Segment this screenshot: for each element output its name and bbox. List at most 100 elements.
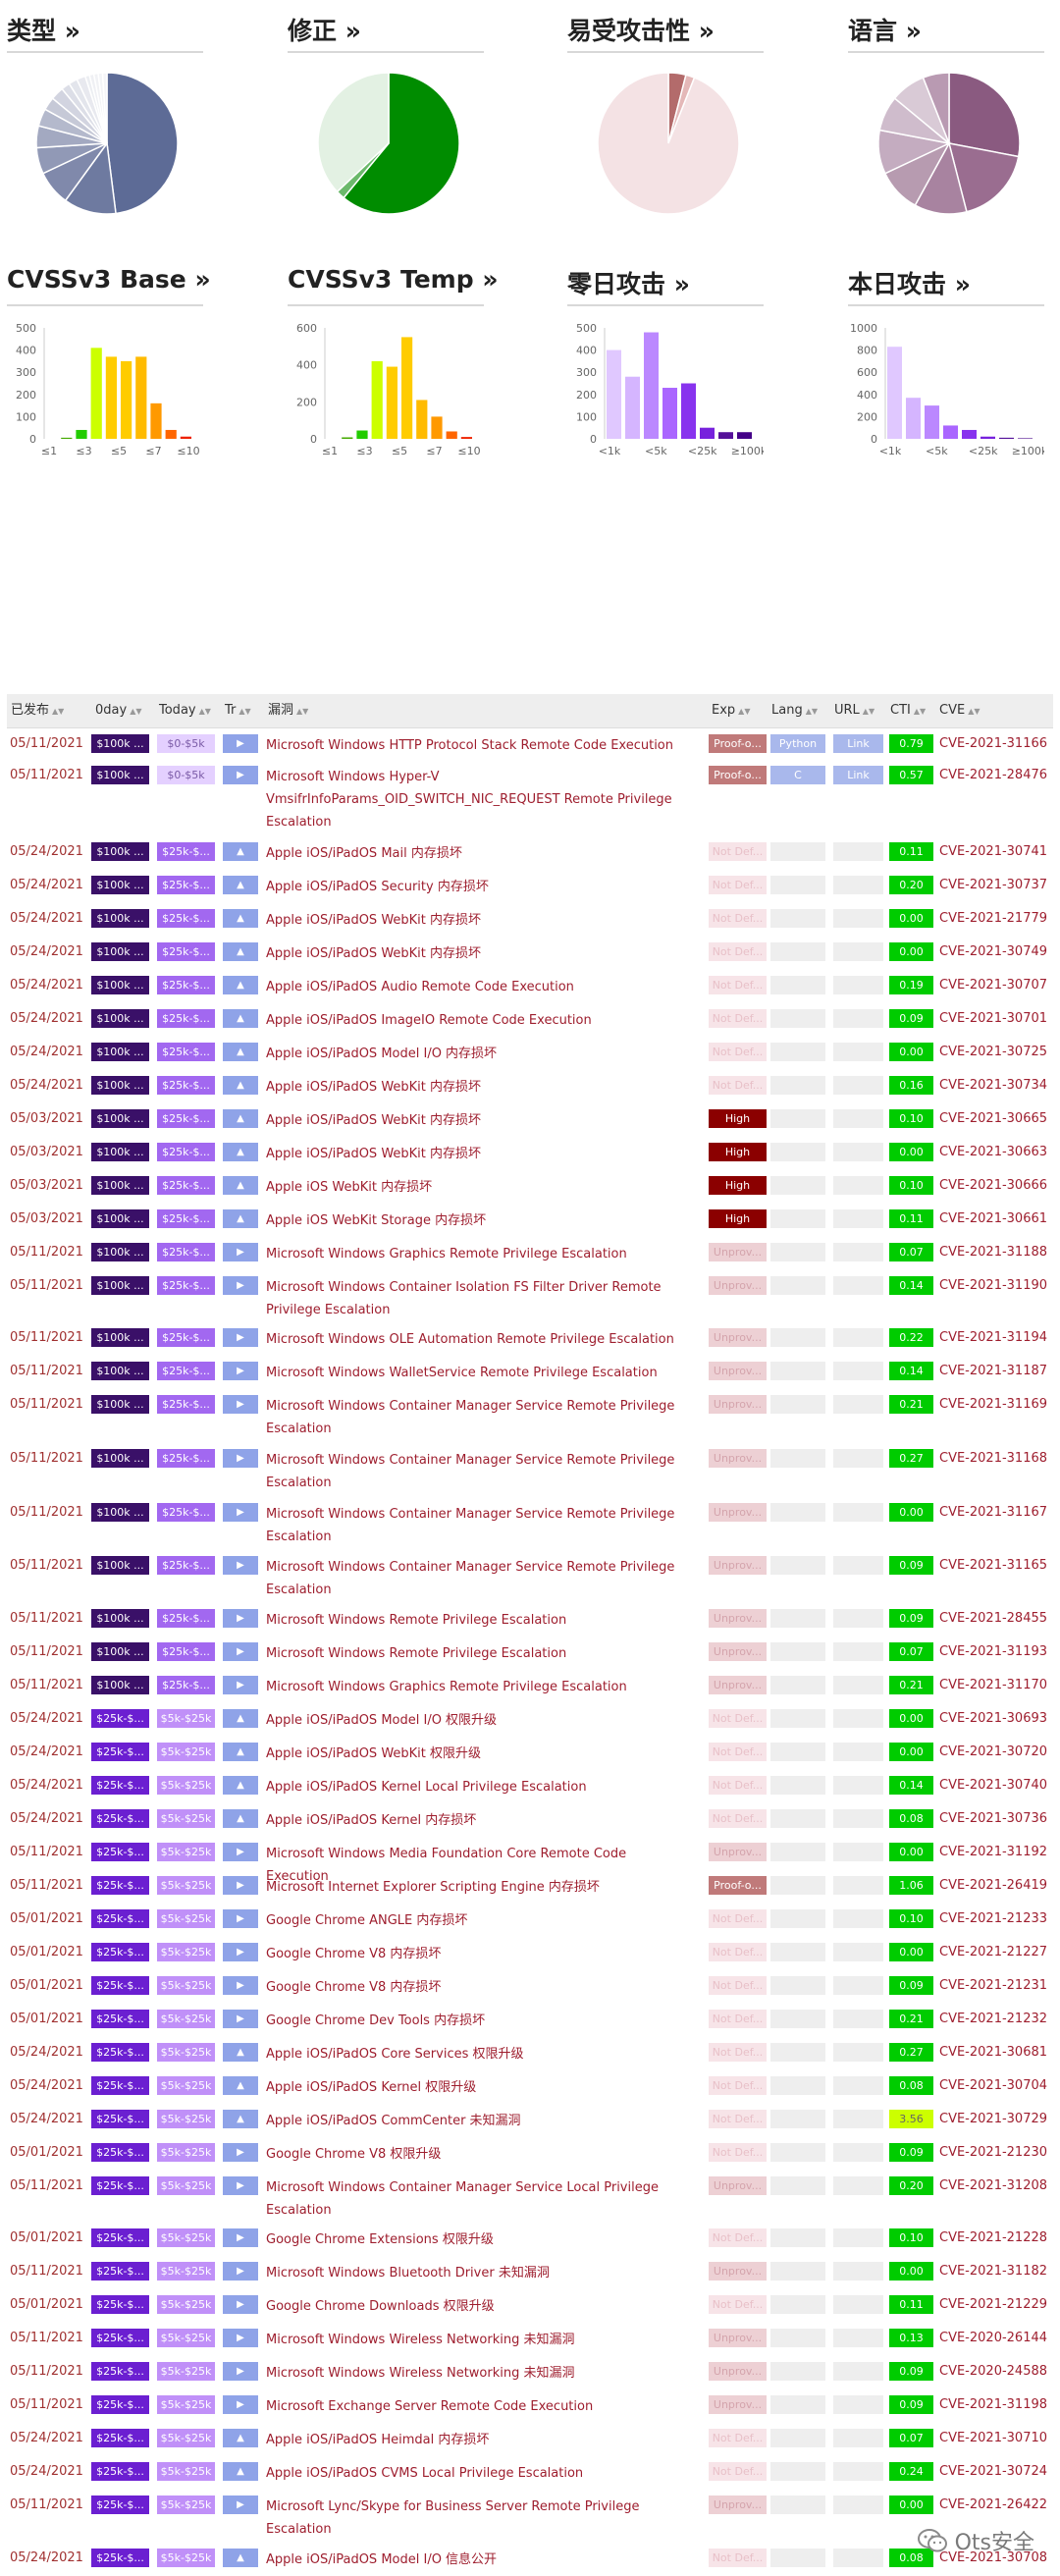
- table-row[interactable]: 05/11/2021 $100k ... $25k-$... ▶ Microsoft W…: [7, 1637, 1053, 1670]
- table-row[interactable]: 05/01/2021 $25k-$... $5k-$25k ▶ Google Chrom…: [7, 2223, 1053, 2256]
- trend-button[interactable]: ▲: [223, 842, 258, 861]
- trend-button[interactable]: ▶: [223, 2295, 258, 2314]
- trend-button[interactable]: ▶: [223, 1976, 258, 1995]
- cve-link[interactable]: CVE-2021-30707: [939, 978, 1047, 993]
- stat-language-title[interactable]: 语言 »: [848, 12, 922, 47]
- table-row[interactable]: 05/11/2021 $25k-$... $5k-$25k ▶ Microsoft In…: [7, 1870, 1053, 1904]
- trend-button[interactable]: ▶: [223, 2010, 258, 2028]
- vulnerability-link[interactable]: Google Chrome V8 权限升级: [266, 2143, 678, 2166]
- vulnerability-link[interactable]: Microsoft Lync/Skype for Business Server…: [266, 2496, 678, 2541]
- table-row[interactable]: 05/24/2021 $100k ... $25k-$... ▲ Apple iOS/i…: [7, 1003, 1053, 1037]
- trend-button[interactable]: ▲: [223, 1143, 258, 1161]
- header-exp[interactable]: Exp ▲▼: [712, 694, 750, 727]
- table-row[interactable]: 05/11/2021 $100k ... $25k-$... ▶ Microsoft W…: [7, 1603, 1053, 1637]
- table-row[interactable]: 05/24/2021 $25k-$... $5k-$25k ▲ Apple iOS/iP…: [7, 2423, 1053, 2456]
- table-row[interactable]: 05/11/2021 $100k ... $25k-$... ▶ Microsoft W…: [7, 1237, 1053, 1270]
- cve-link[interactable]: CVE-2021-30724: [939, 2464, 1047, 2479]
- trend-button[interactable]: ▶: [223, 1876, 258, 1895]
- vulnerability-link[interactable]: Apple iOS WebKit 内存损坏: [266, 1176, 678, 1199]
- trend-button[interactable]: ▲: [223, 876, 258, 894]
- table-row[interactable]: 05/11/2021 $100k ... $0-$5k ▶ Microsoft Wind…: [7, 728, 1053, 760]
- cve-link[interactable]: CVE-2021-28476: [939, 768, 1047, 782]
- vulnerability-link[interactable]: Microsoft Windows Wireless Networking 未知…: [266, 2329, 678, 2351]
- vulnerability-link[interactable]: Apple iOS WebKit Storage 内存损坏: [266, 1209, 678, 1232]
- vulnerability-link[interactable]: Apple iOS/iPadOS Heimdal 内存损坏: [266, 2429, 678, 2451]
- cve-link[interactable]: CVE-2021-21231: [939, 1978, 1047, 1993]
- vulnerability-link[interactable]: Apple iOS/iPadOS Kernel 内存损坏: [266, 1809, 678, 1832]
- trend-button[interactable]: ▶: [223, 1609, 258, 1628]
- table-row[interactable]: 05/11/2021 $100k ... $25k-$... ▶ Microsoft W…: [7, 1270, 1053, 1322]
- cve-link[interactable]: CVE-2021-30665: [939, 1111, 1047, 1126]
- vulnerability-link[interactable]: Google Chrome Extensions 权限升级: [266, 2228, 678, 2251]
- cve-link[interactable]: CVE-2021-31182: [939, 2264, 1047, 2279]
- table-row[interactable]: 05/11/2021 $100k ... $25k-$... ▶ Microsoft W…: [7, 1497, 1053, 1550]
- cve-link[interactable]: CVE-2021-30725: [939, 1045, 1047, 1059]
- vulnerability-link[interactable]: Microsoft Windows Container Manager Serv…: [266, 1503, 678, 1548]
- table-row[interactable]: 05/01/2021 $25k-$... $5k-$25k ▶ Google Chrom…: [7, 1970, 1053, 2004]
- vulnerability-link[interactable]: Apple iOS/iPadOS Model I/O 信息公开: [266, 2549, 678, 2571]
- trend-button[interactable]: ▶: [223, 2176, 258, 2195]
- vulnerability-link[interactable]: Apple iOS/iPadOS WebKit 内存损坏: [266, 909, 678, 932]
- vulnerability-link[interactable]: Apple iOS/iPadOS ImageIO Remote Code Exe…: [266, 1009, 678, 1032]
- trend-button[interactable]: ▶: [223, 2329, 258, 2347]
- cve-link[interactable]: CVE-2021-31208: [939, 2178, 1047, 2193]
- vulnerability-link[interactable]: Microsoft Windows OLE Automation Remote …: [266, 1328, 678, 1351]
- vulnerability-link[interactable]: Apple iOS/iPadOS Security 内存损坏: [266, 876, 678, 898]
- url-link[interactable]: Link: [833, 766, 883, 784]
- cve-link[interactable]: CVE-2021-26422: [939, 2497, 1047, 2512]
- cve-link[interactable]: CVE-2021-31187: [939, 1364, 1047, 1378]
- table-row[interactable]: 05/24/2021 $25k-$... $5k-$25k ▲ Apple iOS/iP…: [7, 2456, 1053, 2490]
- table-row[interactable]: 05/01/2021 $25k-$... $5k-$25k ▶ Google Chrom…: [7, 2137, 1053, 2171]
- table-row[interactable]: 05/11/2021 $100k ... $25k-$... ▶ Microsoft W…: [7, 1443, 1053, 1497]
- cve-link[interactable]: CVE-2020-26144: [939, 2331, 1047, 2345]
- trend-button[interactable]: ▶: [223, 1328, 258, 1347]
- table-row[interactable]: 05/24/2021 $100k ... $25k-$... ▲ Apple iOS/i…: [7, 937, 1053, 970]
- table-row[interactable]: 05/24/2021 $25k-$... $5k-$25k ▲ Apple iOS/iP…: [7, 2037, 1053, 2070]
- trend-button[interactable]: ▶: [223, 1449, 258, 1468]
- table-row[interactable]: 05/24/2021 $25k-$... $5k-$25k ▲ Apple iOS/iP…: [7, 2104, 1053, 2137]
- vulnerability-link[interactable]: Apple iOS/iPadOS Model I/O 内存损坏: [266, 1043, 678, 1065]
- table-row[interactable]: 05/11/2021 $25k-$... $5k-$25k ▶ Microsoft Wi…: [7, 2256, 1053, 2289]
- trend-button[interactable]: ▲: [223, 909, 258, 928]
- cve-link[interactable]: CVE-2021-30737: [939, 878, 1047, 892]
- table-row[interactable]: 05/24/2021 $25k-$... $5k-$25k ▲ Apple iOS/iP…: [7, 1703, 1053, 1737]
- cve-link[interactable]: CVE-2021-31169: [939, 1397, 1047, 1412]
- stat-vulnerability-title[interactable]: 易受攻击性 »: [567, 12, 715, 47]
- vulnerability-link[interactable]: Google Chrome ANGLE 内存损坏: [266, 1909, 678, 1932]
- table-row[interactable]: 05/11/2021 $100k ... $25k-$... ▶ Microsoft W…: [7, 1550, 1053, 1603]
- trend-button[interactable]: ▶: [223, 2228, 258, 2247]
- trend-button[interactable]: ▶: [223, 1362, 258, 1380]
- header-lang[interactable]: Lang ▲▼: [771, 694, 818, 727]
- cve-link[interactable]: CVE-2021-28455: [939, 1611, 1047, 1626]
- header-vuln[interactable]: 漏洞 ▲▼: [268, 694, 308, 727]
- table-row[interactable]: 05/24/2021 $100k ... $25k-$... ▲ Apple iOS/i…: [7, 1070, 1053, 1103]
- trend-button[interactable]: ▶: [223, 766, 258, 784]
- cve-link[interactable]: CVE-2021-30729: [939, 2112, 1047, 2126]
- trend-button[interactable]: ▲: [223, 1109, 258, 1128]
- table-row[interactable]: 05/11/2021 $25k-$... $5k-$25k ▶ Microsoft Wi…: [7, 2171, 1053, 2223]
- vulnerability-link[interactable]: Apple iOS/iPadOS WebKit 权限升级: [266, 1743, 678, 1765]
- vulnerability-link[interactable]: Microsoft Windows Graphics Remote Privil…: [266, 1676, 678, 1698]
- cve-link[interactable]: CVE-2021-30720: [939, 1744, 1047, 1759]
- cve-link[interactable]: CVE-2021-30681: [939, 2045, 1047, 2060]
- vulnerability-link[interactable]: Microsoft Windows Wireless Networking 未知…: [266, 2362, 678, 2385]
- stat-fix-title[interactable]: 修正 »: [288, 12, 361, 47]
- table-row[interactable]: 05/11/2021 $100k ... $25k-$... ▶ Microsoft W…: [7, 1322, 1053, 1356]
- vulnerability-link[interactable]: Apple iOS/iPadOS CVMS Local Privilege Es…: [266, 2462, 678, 2485]
- vulnerability-link[interactable]: Microsoft Windows Remote Privilege Escal…: [266, 1642, 678, 1665]
- vulnerability-link[interactable]: Microsoft Windows Graphics Remote Privil…: [266, 1243, 678, 1265]
- vulnerability-link[interactable]: Apple iOS/iPadOS CommCenter 未知漏洞: [266, 2110, 678, 2132]
- trend-button[interactable]: ▲: [223, 976, 258, 994]
- trend-button[interactable]: ▲: [223, 1043, 258, 1061]
- cve-link[interactable]: CVE-2021-30701: [939, 1011, 1047, 1026]
- cve-link[interactable]: CVE-2021-30661: [939, 1211, 1047, 1226]
- trend-button[interactable]: ▶: [223, 1943, 258, 1961]
- vulnerability-link[interactable]: Apple iOS/iPadOS Mail 内存损坏: [266, 842, 678, 865]
- trend-button[interactable]: ▲: [223, 1176, 258, 1195]
- cve-link[interactable]: CVE-2021-21228: [939, 2230, 1047, 2245]
- cve-link[interactable]: CVE-2021-30734: [939, 1078, 1047, 1093]
- trend-button[interactable]: ▲: [223, 2462, 258, 2481]
- url-link[interactable]: Link: [833, 734, 883, 753]
- cve-link[interactable]: CVE-2021-30663: [939, 1145, 1047, 1159]
- vulnerability-link[interactable]: Apple iOS/iPadOS WebKit 内存损坏: [266, 942, 678, 965]
